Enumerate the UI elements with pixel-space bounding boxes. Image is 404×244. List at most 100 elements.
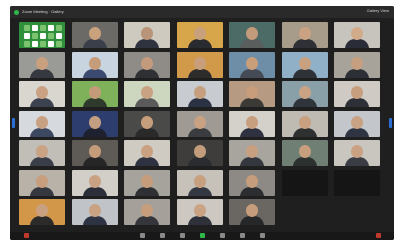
- participant-tile[interactable]: [124, 52, 170, 78]
- empty-tile: [282, 199, 328, 225]
- zoom-meeting-window: Zoom Meeting · Gallery Gallery View: [10, 6, 394, 240]
- participant-tile[interactable]: [282, 22, 328, 48]
- participant-tile[interactable]: [229, 81, 275, 107]
- chat-icon[interactable]: [200, 233, 205, 238]
- logo-block: [24, 41, 30, 47]
- participant-tile[interactable]: [72, 111, 118, 137]
- participant-body: [345, 128, 369, 137]
- logo-block: [24, 25, 30, 31]
- participant-face: [194, 27, 206, 40]
- participant-body: [345, 39, 369, 48]
- participant-body: [188, 216, 212, 225]
- participant-body: [83, 69, 107, 78]
- participant-face: [141, 145, 153, 158]
- participant-tile[interactable]: [229, 170, 275, 196]
- participant-tile-logo[interactable]: [19, 22, 65, 48]
- participant-tile[interactable]: [72, 22, 118, 48]
- participant-face: [194, 204, 206, 217]
- participant-tile[interactable]: [19, 199, 65, 225]
- participant-tile[interactable]: [72, 199, 118, 225]
- participant-body: [30, 157, 54, 166]
- participant-face: [89, 204, 101, 217]
- participant-tile[interactable]: [177, 170, 223, 196]
- participant-body: [240, 157, 264, 166]
- participant-tile[interactable]: [229, 111, 275, 137]
- participant-body: [83, 39, 107, 48]
- previous-page-arrow[interactable]: [12, 118, 15, 128]
- participant-face: [36, 57, 48, 70]
- participant-face: [246, 86, 258, 99]
- participant-tile[interactable]: [177, 22, 223, 48]
- participant-tile[interactable]: [19, 140, 65, 166]
- screenshot-frame: Zoom Meeting · Gallery Gallery View: [0, 0, 404, 244]
- participant-tile[interactable]: [229, 22, 275, 48]
- participant-tile[interactable]: [229, 140, 275, 166]
- participant-tile-video-off[interactable]: [334, 170, 380, 196]
- share-screen-icon[interactable]: [220, 233, 225, 238]
- participant-tile-video-off[interactable]: [282, 170, 328, 196]
- participant-body: [240, 128, 264, 137]
- participant-tile[interactable]: [282, 111, 328, 137]
- participant-tile[interactable]: [177, 52, 223, 78]
- participant-tile[interactable]: [124, 140, 170, 166]
- participant-body: [30, 216, 54, 225]
- participant-face: [36, 116, 48, 129]
- participant-tile[interactable]: [72, 52, 118, 78]
- participant-body: [188, 39, 212, 48]
- view-mode-label[interactable]: Gallery View: [367, 8, 389, 14]
- record-icon[interactable]: [240, 233, 245, 238]
- participant-face: [89, 27, 101, 40]
- participant-tile[interactable]: [334, 52, 380, 78]
- participant-body: [293, 69, 317, 78]
- leave-icon[interactable]: [376, 233, 381, 238]
- participant-tile[interactable]: [124, 22, 170, 48]
- participant-face: [141, 27, 153, 40]
- logo-block: [48, 41, 54, 47]
- next-page-arrow[interactable]: [389, 118, 392, 128]
- logo-block: [40, 41, 46, 47]
- participant-body: [83, 98, 107, 107]
- participant-tile[interactable]: [177, 111, 223, 137]
- participant-tile[interactable]: [124, 111, 170, 137]
- video-icon[interactable]: [140, 233, 145, 238]
- participant-tile[interactable]: [282, 81, 328, 107]
- participant-tile[interactable]: [124, 199, 170, 225]
- participant-tile[interactable]: [334, 81, 380, 107]
- security-icon[interactable]: [160, 233, 165, 238]
- title-left: Zoom Meeting · Gallery: [14, 8, 64, 16]
- participant-tile[interactable]: [282, 140, 328, 166]
- participants-icon[interactable]: [180, 233, 185, 238]
- participant-tile[interactable]: [229, 52, 275, 78]
- participant-tile[interactable]: [19, 111, 65, 137]
- mute-icon[interactable]: [24, 233, 29, 238]
- participant-face: [36, 145, 48, 158]
- participant-tile[interactable]: [19, 170, 65, 196]
- participant-face: [36, 86, 48, 99]
- participant-tile[interactable]: [177, 81, 223, 107]
- participant-tile[interactable]: [124, 81, 170, 107]
- logo-block: [32, 33, 38, 39]
- logo-block: [56, 25, 62, 31]
- participant-tile[interactable]: [19, 81, 65, 107]
- participant-face: [246, 116, 258, 129]
- participant-tile[interactable]: [229, 199, 275, 225]
- logo-block: [48, 25, 54, 31]
- participant-tile[interactable]: [334, 111, 380, 137]
- participant-face: [194, 116, 206, 129]
- participant-tile[interactable]: [19, 52, 65, 78]
- participant-tile[interactable]: [72, 81, 118, 107]
- participant-body: [293, 128, 317, 137]
- participant-tile[interactable]: [282, 52, 328, 78]
- participant-tile[interactable]: [72, 140, 118, 166]
- participant-face: [36, 204, 48, 217]
- participant-tile[interactable]: [177, 140, 223, 166]
- participant-tile[interactable]: [334, 140, 380, 166]
- participant-tile[interactable]: [177, 199, 223, 225]
- participant-body: [188, 157, 212, 166]
- participant-tile[interactable]: [72, 170, 118, 196]
- participant-body: [83, 216, 107, 225]
- participant-tile[interactable]: [124, 170, 170, 196]
- reactions-icon[interactable]: [260, 233, 265, 238]
- participant-tile[interactable]: [334, 22, 380, 48]
- participant-body: [188, 187, 212, 196]
